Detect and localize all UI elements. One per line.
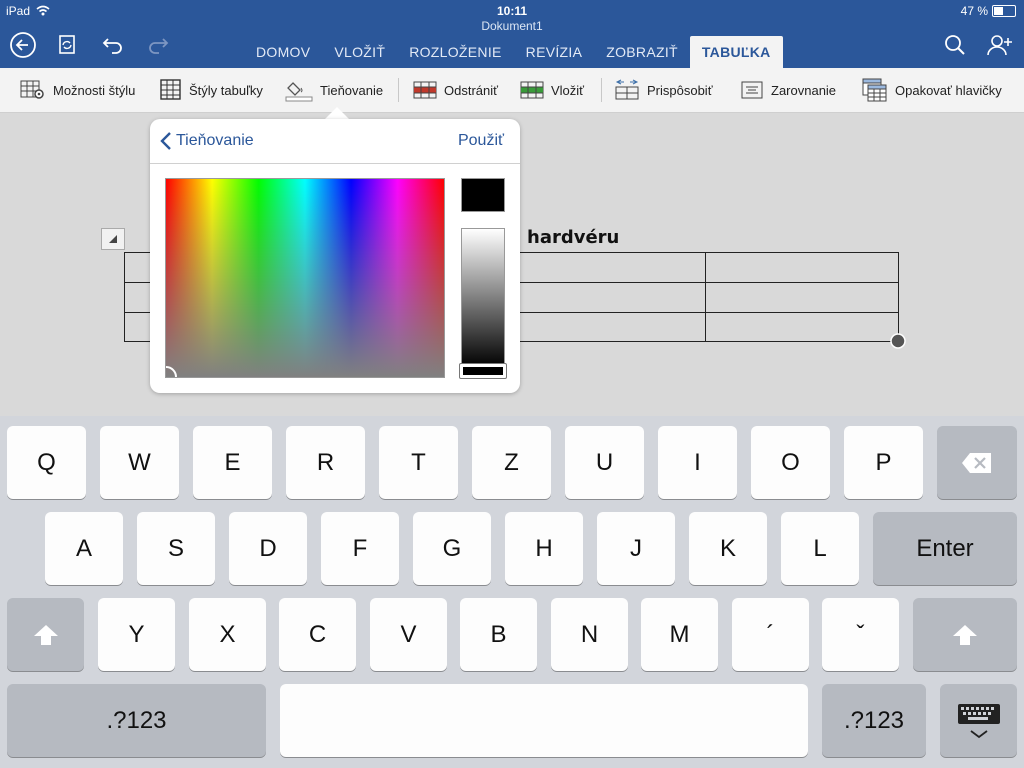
ribbon-separator: [601, 78, 602, 102]
backspace-icon: [962, 452, 991, 473]
key-n[interactable]: N: [551, 598, 628, 671]
key-z[interactable]: Z: [472, 426, 551, 499]
on-screen-keyboard: Q W E R T Z U I O P A S D F G H J K L En…: [0, 416, 1024, 768]
delete-table-icon: [413, 81, 437, 99]
key-acute[interactable]: ´: [732, 598, 809, 671]
undo-button[interactable]: [98, 30, 128, 60]
key-f[interactable]: F: [321, 512, 399, 585]
popover-arrow: [325, 107, 349, 119]
enter-key[interactable]: Enter: [873, 512, 1017, 585]
space-key[interactable]: [280, 684, 808, 757]
numbers-key-left[interactable]: .?123: [7, 684, 266, 757]
ribbon-toolbar: Možnosti štýlu Štýly tabuľky Tieňovanie …: [0, 68, 1024, 113]
ribbon-separator: [398, 78, 399, 102]
key-v[interactable]: V: [370, 598, 447, 671]
numbers-key-right[interactable]: .?123: [822, 684, 926, 757]
redo-button[interactable]: [143, 30, 173, 60]
key-i[interactable]: I: [658, 426, 737, 499]
dismiss-keyboard-key[interactable]: [940, 684, 1017, 757]
key-caron[interactable]: ˇ: [822, 598, 899, 671]
key-u[interactable]: U: [565, 426, 644, 499]
key-w[interactable]: W: [100, 426, 179, 499]
tab-vlozit[interactable]: VLOŽIŤ: [322, 36, 397, 68]
fit-button[interactable]: Prispôsobiť: [614, 68, 713, 112]
align-center-icon: [741, 81, 763, 99]
spectrum-picker-handle: [165, 366, 177, 378]
key-a[interactable]: A: [45, 512, 123, 585]
search-icon: [945, 35, 965, 55]
file-sync-icon: [59, 35, 75, 54]
triangle-icon: [109, 235, 117, 243]
key-d[interactable]: D: [229, 512, 307, 585]
delete-button[interactable]: Odstrániť: [413, 68, 498, 112]
key-x[interactable]: X: [189, 598, 266, 671]
search-button[interactable]: [940, 30, 970, 60]
table-settings-icon: [20, 80, 44, 99]
status-time: 10:11: [496, 4, 528, 18]
tab-revizia[interactable]: REVÍZIA: [514, 36, 595, 68]
key-e[interactable]: E: [193, 426, 272, 499]
key-s[interactable]: S: [137, 512, 215, 585]
back-circle-icon: [10, 32, 36, 58]
key-r[interactable]: R: [286, 426, 365, 499]
key-l[interactable]: L: [781, 512, 859, 585]
shift-key-left[interactable]: [7, 598, 84, 671]
key-b[interactable]: B: [460, 598, 537, 671]
repeat-header-icon: [862, 78, 887, 102]
ribbon-tabs: DOMOV VLOŽIŤ ROZLOŽENIE REVÍZIA ZOBRAZIŤ…: [244, 36, 783, 68]
table-select-handle[interactable]: [101, 228, 125, 250]
popover-back-button[interactable]: Tieňovanie: [158, 119, 254, 163]
lightness-slider[interactable]: [461, 228, 505, 368]
insert-button[interactable]: Vložiť: [520, 68, 584, 112]
selected-color-swatch: [461, 178, 505, 212]
undo-icon: [102, 38, 122, 54]
color-spectrum[interactable]: [165, 178, 445, 378]
shading-button[interactable]: Tieňovanie: [285, 68, 383, 112]
autofit-icon: [615, 79, 639, 100]
alignment-button[interactable]: Zarovnanie: [740, 68, 836, 112]
shift-icon: [33, 624, 58, 645]
title-bar: iPad 10:11 47 % Dokument1 DOMOV VLOŽIŤ R…: [0, 0, 1024, 68]
back-button[interactable]: [8, 30, 38, 60]
document-heading: hardvéru: [527, 227, 620, 248]
apply-button[interactable]: Použiť: [458, 119, 504, 163]
shift-key-right[interactable]: [913, 598, 1017, 671]
key-o[interactable]: O: [751, 426, 830, 499]
battery-icon: [992, 5, 1016, 17]
lightness-slider-handle[interactable]: [459, 363, 507, 379]
key-h[interactable]: H: [505, 512, 583, 585]
share-button[interactable]: [985, 30, 1015, 60]
shading-color-popover: Tieňovanie Použiť: [150, 119, 520, 393]
tab-zobrazit[interactable]: ZOBRAZIŤ: [594, 36, 690, 68]
key-q[interactable]: Q: [7, 426, 86, 499]
add-person-icon: [987, 35, 1012, 56]
style-options-button[interactable]: Možnosti štýlu: [20, 68, 135, 112]
redo-icon: [149, 38, 169, 54]
key-p[interactable]: P: [844, 426, 923, 499]
backspace-key[interactable]: [937, 426, 1017, 499]
key-k[interactable]: K: [689, 512, 767, 585]
repeat-headers-button[interactable]: Opakovať hlavičky: [862, 68, 1002, 112]
table-styles-button[interactable]: Štýly tabuľky: [160, 68, 263, 112]
tab-tabulka[interactable]: TABUĽKA: [689, 36, 783, 68]
paint-bucket-icon: [285, 82, 313, 102]
key-m[interactable]: M: [641, 598, 718, 671]
shift-icon: [953, 624, 977, 645]
status-battery: 47 %: [961, 4, 1016, 18]
chevron-left-icon: [160, 132, 171, 150]
key-j[interactable]: J: [597, 512, 675, 585]
popover-header: Tieňovanie Použiť: [150, 119, 520, 164]
table-grid-icon: [160, 79, 181, 100]
key-g[interactable]: G: [413, 512, 491, 585]
tab-domov[interactable]: DOMOV: [244, 36, 322, 68]
key-t[interactable]: T: [379, 426, 458, 499]
keyboard-hide-icon: [957, 703, 1000, 738]
insert-table-icon: [520, 81, 544, 99]
tab-rozlozenie[interactable]: ROZLOŽENIE: [397, 36, 513, 68]
files-button[interactable]: [52, 30, 82, 60]
key-c[interactable]: C: [279, 598, 356, 671]
key-y[interactable]: Y: [98, 598, 175, 671]
